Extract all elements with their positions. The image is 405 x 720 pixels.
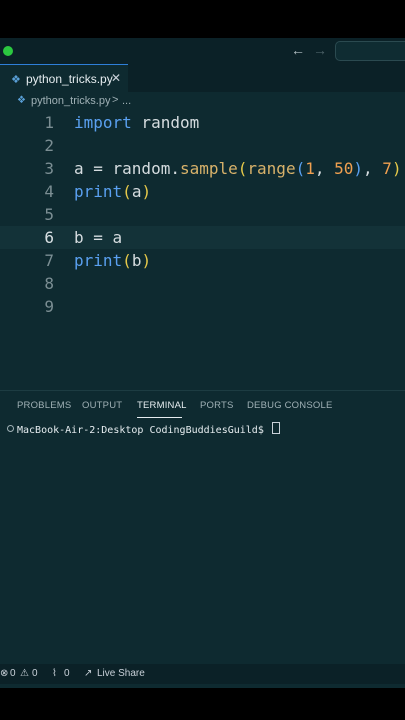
terminal-prompt[interactable]: MacBook-Air-2:Desktop CodingBuddiesGuild…: [17, 422, 280, 436]
code-line[interactable]: 8: [0, 272, 405, 295]
tab-output[interactable]: OUTPUT: [82, 400, 122, 411]
active-tab-indicator: [137, 417, 182, 418]
live-share-icon[interactable]: ↗: [84, 668, 92, 679]
ports-count[interactable]: 0: [64, 668, 70, 679]
arrow-left-icon[interactable]: ←: [291, 42, 305, 58]
code-line[interactable]: 9: [0, 295, 405, 318]
arrow-right-icon[interactable]: →: [313, 42, 327, 58]
tab-ports[interactable]: PORTS: [200, 400, 234, 411]
window-maximize-button[interactable]: [3, 46, 13, 56]
code-line[interactable]: 5: [0, 203, 405, 226]
line-number: 6: [44, 228, 54, 247]
live-share-button[interactable]: Live Share: [97, 668, 145, 679]
warning-count[interactable]: 0: [32, 668, 38, 679]
close-icon[interactable]: ✕: [111, 71, 121, 85]
line-number: 9: [44, 297, 54, 316]
line-number: 7: [44, 251, 54, 270]
code-line[interactable]: 4 print(a): [0, 180, 405, 203]
editor-tab-label: python_tricks.py: [26, 72, 113, 86]
tab-problems[interactable]: PROBLEMS: [17, 400, 71, 411]
terminal-status-icon: [7, 425, 14, 432]
code-line[interactable]: 7 print(b): [0, 249, 405, 272]
line-number: 3: [44, 159, 54, 178]
tab-terminal[interactable]: TERMINAL: [137, 400, 187, 411]
line-number: 1: [44, 113, 54, 132]
line-number: 4: [44, 182, 54, 201]
breadcrumb-more[interactable]: ...: [122, 95, 131, 107]
status-bar: ⊗ 0 ⚠ 0 ⌇ 0 ↗ Live Share: [0, 664, 405, 684]
code-text: print(a): [74, 182, 152, 201]
code-text: print(b): [74, 251, 152, 270]
breadcrumb-file[interactable]: python_tricks.py: [31, 95, 110, 107]
vscode-window: ← → ❖ python_tricks.py ✕ ❖ python_tricks…: [0, 38, 405, 688]
breadcrumb-separator: >: [112, 94, 119, 106]
error-icon[interactable]: ⊗: [0, 668, 8, 679]
line-number: 2: [44, 136, 54, 155]
breadcrumb: ❖ python_tricks.py > ...: [0, 92, 405, 110]
bottom-panel: PROBLEMS OUTPUT TERMINAL PORTS DEBUG CON…: [0, 390, 405, 669]
python-file-icon: ❖: [17, 95, 26, 106]
code-text: a = random.sample(range(1, 50), 7): [74, 159, 402, 178]
terminal-prompt-text: MacBook-Air-2:Desktop CodingBuddiesGuild…: [17, 425, 264, 436]
editor-tab-python-tricks[interactable]: ❖ python_tricks.py ✕: [0, 64, 128, 92]
code-editor[interactable]: 1 import random 2 3 a = random.sample(ra…: [0, 110, 405, 390]
tab-debug-console[interactable]: DEBUG CONSOLE: [247, 400, 332, 411]
code-line[interactable]: 2: [0, 134, 405, 157]
code-line-current[interactable]: 6 b = a: [0, 226, 405, 249]
title-bar: ← →: [0, 38, 405, 64]
code-text: b = a: [74, 228, 123, 247]
python-file-icon: ❖: [11, 74, 21, 86]
code-line[interactable]: 1 import random: [0, 111, 405, 134]
warning-icon[interactable]: ⚠: [20, 668, 29, 679]
line-number: 5: [44, 205, 54, 224]
ports-icon[interactable]: ⌇: [52, 668, 57, 679]
editor-tab-bar: ❖ python_tricks.py ✕: [0, 64, 405, 92]
code-line[interactable]: 3 a = random.sample(range(1, 50), 7): [0, 157, 405, 180]
command-center-search[interactable]: [335, 41, 405, 61]
line-number: 8: [44, 274, 54, 293]
code-text: import random: [74, 113, 200, 132]
terminal-cursor: [271, 422, 280, 434]
error-count[interactable]: 0: [10, 668, 16, 679]
